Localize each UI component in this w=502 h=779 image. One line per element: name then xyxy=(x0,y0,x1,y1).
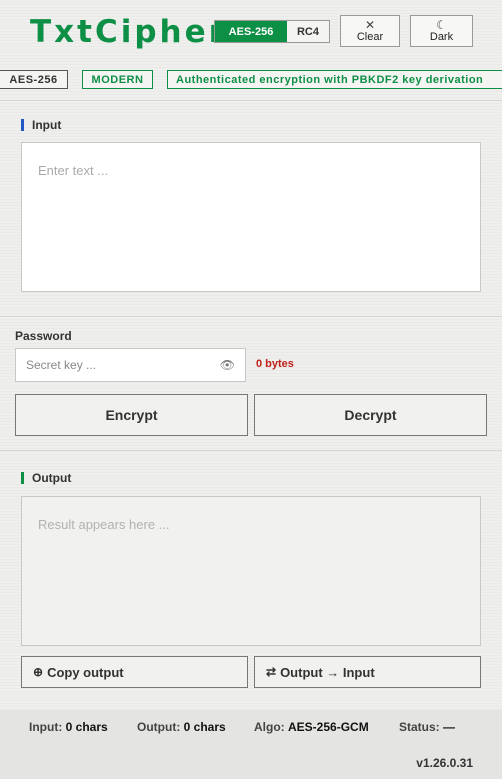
status-output-label: Output: xyxy=(137,720,181,734)
status-algo-label: Algo: xyxy=(254,720,285,734)
password-placeholder: Secret key ... xyxy=(26,358,97,372)
divider xyxy=(0,100,502,101)
output-char-count: Output: 0 chars xyxy=(137,720,226,734)
input-placeholder: Enter text ... xyxy=(38,163,109,178)
dark-mode-button[interactable]: ☾ Dark xyxy=(410,15,473,47)
app-logo: TxtCipher xyxy=(30,14,227,50)
encrypt-button[interactable]: Encrypt xyxy=(15,394,248,436)
clear-button[interactable]: ✕ Clear xyxy=(340,15,400,47)
output-textarea[interactable]: Result appears here ... xyxy=(21,496,481,646)
decrypt-button[interactable]: Decrypt xyxy=(254,394,487,436)
section-accent-bar xyxy=(21,472,24,484)
clear-button-label: Clear xyxy=(356,31,384,43)
algo-description-tag: Authenticated encryption with PBKDF2 key… xyxy=(167,70,502,89)
copy-button-label: Copy output xyxy=(47,664,124,680)
divider xyxy=(0,316,502,317)
output-placeholder: Result appears here ... xyxy=(38,517,170,532)
password-label: Password xyxy=(15,329,72,343)
input-char-count: Input: 0 chars xyxy=(29,720,108,734)
swap-button-label: Output → Input xyxy=(280,664,375,680)
status-input-value: 0 chars xyxy=(65,720,108,734)
algo-option-rc4[interactable]: RC4 xyxy=(287,21,329,42)
input-title-label: Input xyxy=(32,118,62,132)
eye-icon[interactable]: 👁 xyxy=(220,358,235,372)
output-section-title: Output xyxy=(21,471,71,485)
algorithm-info-bar: AES-256 MODERN Authenticated encryption … xyxy=(0,70,502,90)
divider xyxy=(0,450,502,451)
close-icon: ✕ xyxy=(364,18,376,32)
algo-option-aes256[interactable]: AES-256 xyxy=(215,21,287,42)
status-algo-value: AES-256-GCM xyxy=(288,720,369,734)
status-output-value: 0 chars xyxy=(183,720,226,734)
swap-icon: ⇄ xyxy=(266,665,277,679)
status-value: — xyxy=(443,720,456,734)
moon-icon: ☾ xyxy=(436,18,447,32)
dark-button-label: Dark xyxy=(429,31,454,43)
status-input-label: Input: xyxy=(29,720,63,734)
input-textarea[interactable]: Enter text ... xyxy=(21,142,481,292)
copy-output-button[interactable]: ⊕ Copy output xyxy=(21,656,248,688)
status-bar: Input: 0 chars Output: 0 chars Algo: AES… xyxy=(0,710,502,779)
copy-icon: ⊕ xyxy=(33,665,44,679)
status-indicator: Status: — xyxy=(399,720,455,734)
app-header: TxtCipher AES-256 RC4 ✕ Clear ☾ Dark xyxy=(0,0,502,66)
password-byte-count: 0 bytes xyxy=(256,358,294,370)
algorithm-toggle[interactable]: AES-256 RC4 xyxy=(214,20,330,43)
version-label: v1.26.0.31 xyxy=(416,756,473,770)
algo-tag: AES-256 xyxy=(0,70,68,89)
algo-kind-tag: MODERN xyxy=(82,70,153,89)
password-field[interactable]: Secret key ... 👁 xyxy=(15,348,246,382)
algo-status: Algo: AES-256-GCM xyxy=(254,720,369,734)
section-accent-bar xyxy=(21,119,24,131)
output-to-input-button[interactable]: ⇄ Output → Input xyxy=(254,656,481,688)
output-title-label: Output xyxy=(32,471,72,485)
status-label: Status: xyxy=(399,720,440,734)
input-section-title: Input xyxy=(21,118,61,132)
